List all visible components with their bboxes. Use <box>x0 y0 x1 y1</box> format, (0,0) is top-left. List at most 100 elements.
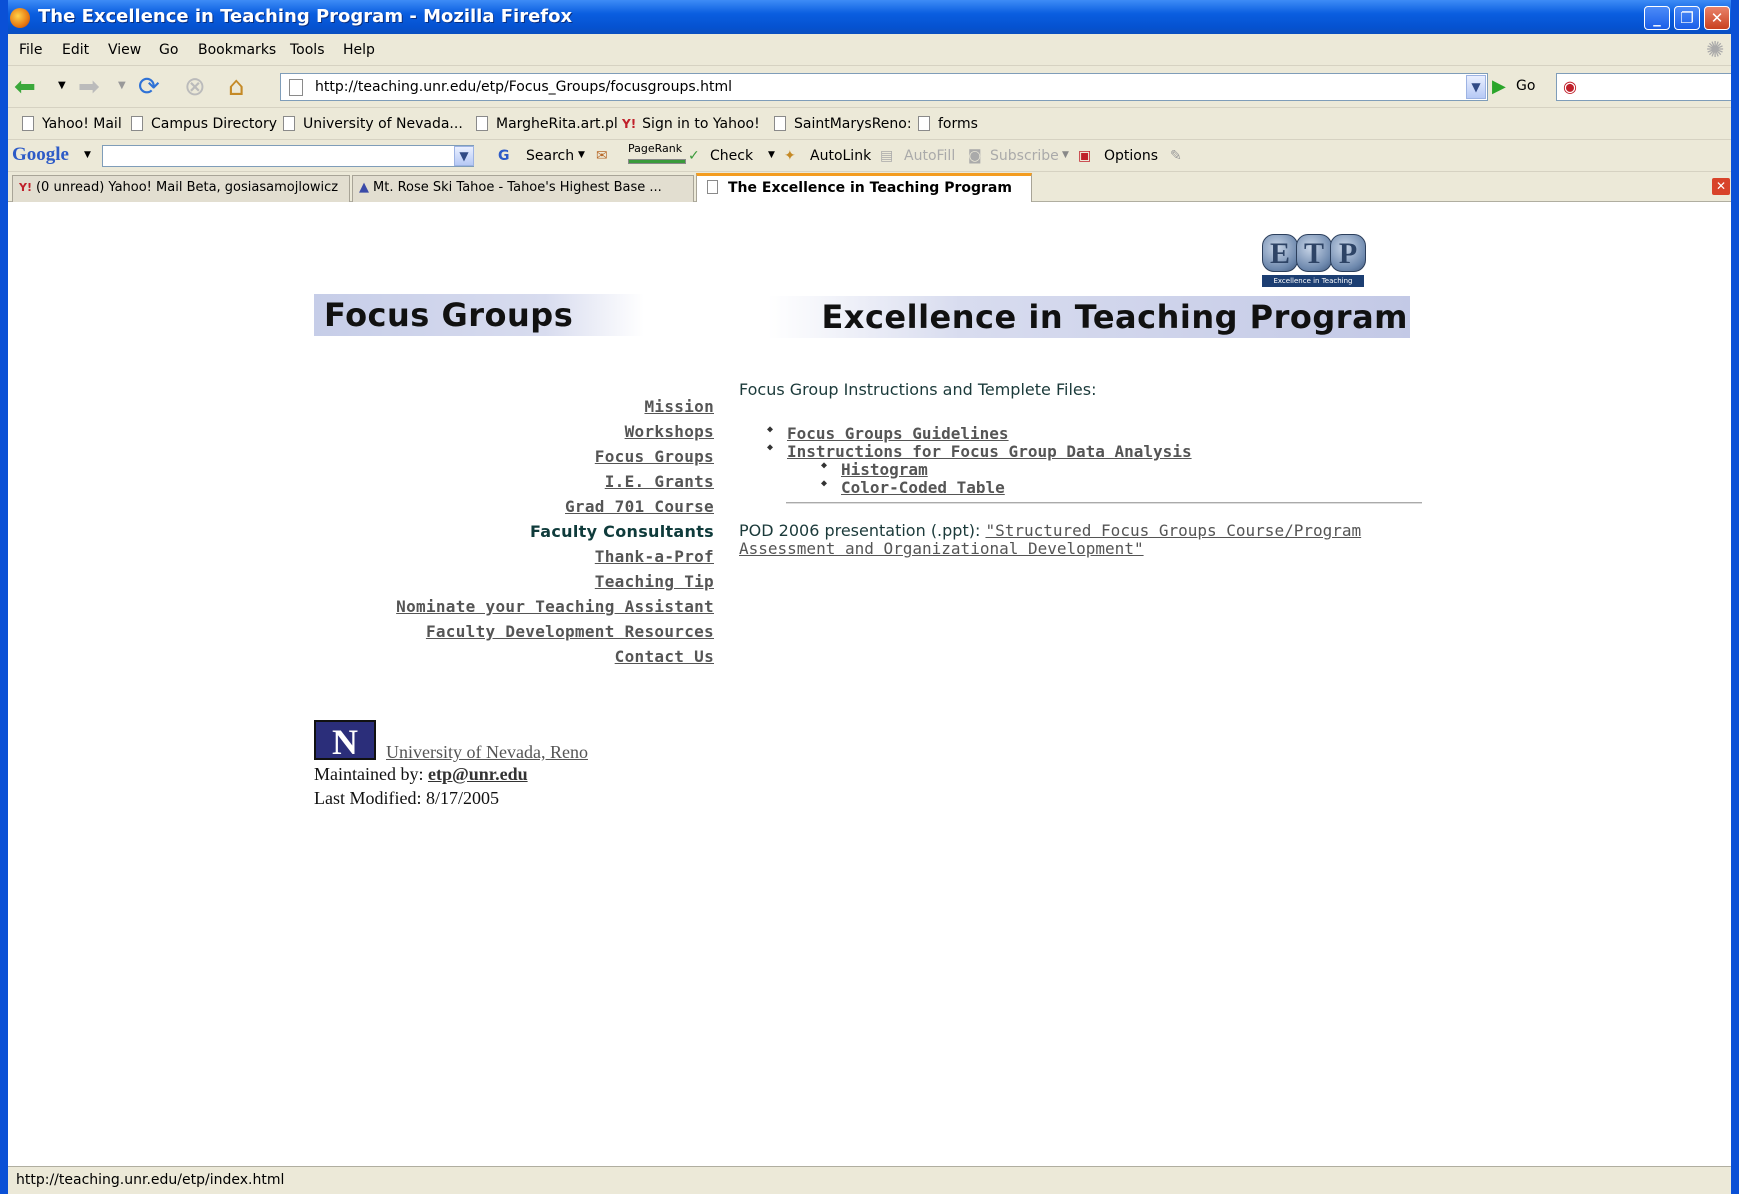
program-title-banner: Excellence in Teaching Program <box>768 296 1410 338</box>
address-url: http://teaching.unr.edu/etp/Focus_Groups… <box>315 79 732 95</box>
nav-link-faculty-resources[interactable]: Faculty Development Resources <box>308 619 714 644</box>
page-icon <box>22 116 34 131</box>
nav-link-ie-grants[interactable]: I.E. Grants <box>308 469 714 494</box>
back-dropdown-icon[interactable]: ▼ <box>58 80 66 91</box>
unr-logo[interactable]: N <box>314 720 376 762</box>
page-icon <box>476 116 488 131</box>
title-bar: The Excellence in Teaching Program - Moz… <box>0 0 1739 34</box>
menu-tools[interactable]: Tools <box>290 42 325 58</box>
menu-view[interactable]: View <box>108 42 141 58</box>
autofill-button[interactable]: AutoFill <box>904 148 955 164</box>
autofill-icon[interactable]: ▤ <box>880 148 893 164</box>
go-button[interactable]: Go <box>1516 78 1535 94</box>
list-item: Histogram <box>821 460 1192 479</box>
menu-bookmarks[interactable]: Bookmarks <box>198 42 276 58</box>
autolink-icon[interactable]: ✦ <box>784 148 796 164</box>
subscribe-icon[interactable]: ◙ <box>968 148 982 164</box>
search-engine-box[interactable]: ◉ <box>1556 73 1736 101</box>
last-modified: Last Modified: 8/17/2005 <box>314 788 499 808</box>
google-search-button[interactable]: Search <box>526 148 574 164</box>
bookmark-university-nevada[interactable]: University of Nevada... <box>283 116 463 132</box>
link-color-coded-table[interactable]: Color-Coded Table <box>841 478 1005 497</box>
tab-yahoo-mail[interactable]: Y! (0 unread) Yahoo! Mail Beta, gosiasamo… <box>12 175 350 202</box>
bookmark-yahoo-mail[interactable]: Yahoo! Mail <box>22 116 122 132</box>
home-icon[interactable]: ⌂ <box>228 72 245 102</box>
go-icon[interactable]: ▶ <box>1492 76 1506 97</box>
subscribe-button[interactable]: Subscribe <box>990 148 1059 164</box>
etp-logo: E T P Excellence in Teaching Program <box>1262 234 1366 297</box>
tab-excellence-teaching[interactable]: The Excellence in Teaching Program <box>696 173 1032 202</box>
page-title-banner: Focus Groups <box>314 294 644 336</box>
window-title: The Excellence in Teaching Program - Moz… <box>38 6 573 27</box>
menu-help[interactable]: Help <box>343 42 375 58</box>
highlighter-icon[interactable]: ✎ <box>1170 148 1182 164</box>
page-icon <box>774 116 786 131</box>
bookmark-label: Sign in to Yahoo! <box>642 116 760 132</box>
options-icon[interactable]: ▣ <box>1078 148 1091 164</box>
nav-link-grad-701[interactable]: Grad 701 Course <box>308 494 714 519</box>
site-navigation: Mission Workshops Focus Groups I.E. Gran… <box>308 394 714 669</box>
forward-arrow-icon[interactable]: ➡ <box>78 72 100 102</box>
popup-blocker-icon[interactable]: ✉ <box>596 148 608 164</box>
subscribe-dropdown-icon[interactable]: ▼ <box>1062 150 1069 160</box>
back-arrow-icon[interactable]: ⬅ <box>14 72 36 102</box>
check-dropdown-icon[interactable]: ▼ <box>768 150 775 160</box>
options-button[interactable]: Options <box>1104 148 1158 164</box>
link-focus-groups-guidelines[interactable]: Focus Groups Guidelines <box>787 424 1009 443</box>
nav-link-nominate-ta[interactable]: Nominate your Teaching Assistant <box>308 594 714 619</box>
search-engine-icon[interactable]: ◉ <box>1563 77 1577 96</box>
close-tab-icon[interactable]: ✕ <box>1712 178 1730 195</box>
pod-prefix: POD 2006 presentation (.ppt): <box>739 521 986 540</box>
menu-file[interactable]: File <box>19 42 42 58</box>
tab-bar: Y! (0 unread) Yahoo! Mail Beta, gosiasamo… <box>8 172 1731 202</box>
page-icon <box>918 116 930 131</box>
google-search-dropdown-icon[interactable]: ▼ <box>454 146 474 166</box>
google-g-icon[interactable]: G <box>498 148 510 164</box>
bookmark-label: MargheRita.art.pl <box>496 116 618 132</box>
nav-link-contact-us[interactable]: Contact Us <box>308 644 714 669</box>
link-university-nevada-reno[interactable]: University of Nevada, Reno <box>386 742 588 763</box>
restore-button[interactable]: ❐ <box>1674 6 1700 30</box>
google-menu-dropdown-icon[interactable]: ▼ <box>84 150 91 160</box>
page-icon <box>289 79 303 96</box>
bookmark-campus-directory[interactable]: Campus Directory <box>131 116 277 132</box>
google-search-input[interactable] <box>102 145 474 167</box>
nav-link-mission[interactable]: Mission <box>308 394 714 419</box>
bookmark-label: forms <box>938 116 978 132</box>
list-item: Instructions for Focus Group Data Analys… <box>767 442 1192 461</box>
bookmark-forms[interactable]: forms <box>918 116 978 132</box>
bookmark-saintmarysreno[interactable]: SaintMarysReno: <box>774 116 912 132</box>
address-dropdown-icon[interactable]: ▼ <box>1466 75 1486 99</box>
bookmark-label: Campus Directory <box>151 116 278 132</box>
nav-link-teaching-tip[interactable]: Teaching Tip <box>308 569 714 594</box>
menu-go[interactable]: Go <box>159 42 178 58</box>
page-icon <box>131 116 143 131</box>
reload-icon[interactable]: ⟳ <box>138 72 160 102</box>
search-dropdown-icon[interactable]: ▼ <box>578 150 585 160</box>
etp-logo-letter: P <box>1330 234 1366 272</box>
google-logo[interactable]: Google <box>12 144 69 166</box>
link-data-analysis-instructions[interactable]: Instructions for Focus Group Data Analys… <box>787 442 1192 461</box>
nav-link-focus-groups[interactable]: Focus Groups <box>308 444 714 469</box>
close-window-button[interactable]: ✕ <box>1704 6 1730 30</box>
link-histogram[interactable]: Histogram <box>841 460 928 479</box>
stop-icon[interactable]: ⊗ <box>184 72 206 102</box>
mountain-icon: ▲ <box>359 180 369 195</box>
link-email-etp[interactable]: etp@unr.edu <box>428 764 528 784</box>
bookmark-label: Yahoo! Mail <box>42 116 122 132</box>
autolink-button[interactable]: AutoLink <box>810 148 871 164</box>
tab-label: (0 unread) Yahoo! Mail Beta, gosiasamojl… <box>35 180 339 195</box>
bookmark-sign-in-yahoo[interactable]: Y! Sign in to Yahoo! <box>622 116 760 132</box>
check-button[interactable]: Check <box>710 148 753 164</box>
nav-link-thank-a-prof[interactable]: Thank-a-Prof <box>308 544 714 569</box>
forward-dropdown-icon[interactable]: ▼ <box>118 80 126 91</box>
tab-mt-rose[interactable]: ▲ Mt. Rose Ski Tahoe - Tahoe's Highest Ba… <box>352 175 694 202</box>
minimize-button[interactable]: _ <box>1644 6 1670 30</box>
nav-link-workshops[interactable]: Workshops <box>308 419 714 444</box>
bookmark-label: University of Nevada... <box>303 116 463 132</box>
bookmark-margherita[interactable]: MargheRita.art.pl <box>476 116 618 132</box>
menu-edit[interactable]: Edit <box>62 42 89 58</box>
spellcheck-icon[interactable]: ✓ <box>688 148 700 164</box>
etp-logo-letter: T <box>1296 234 1332 272</box>
address-bar[interactable]: http://teaching.unr.edu/etp/Focus_Groups… <box>280 73 1488 101</box>
